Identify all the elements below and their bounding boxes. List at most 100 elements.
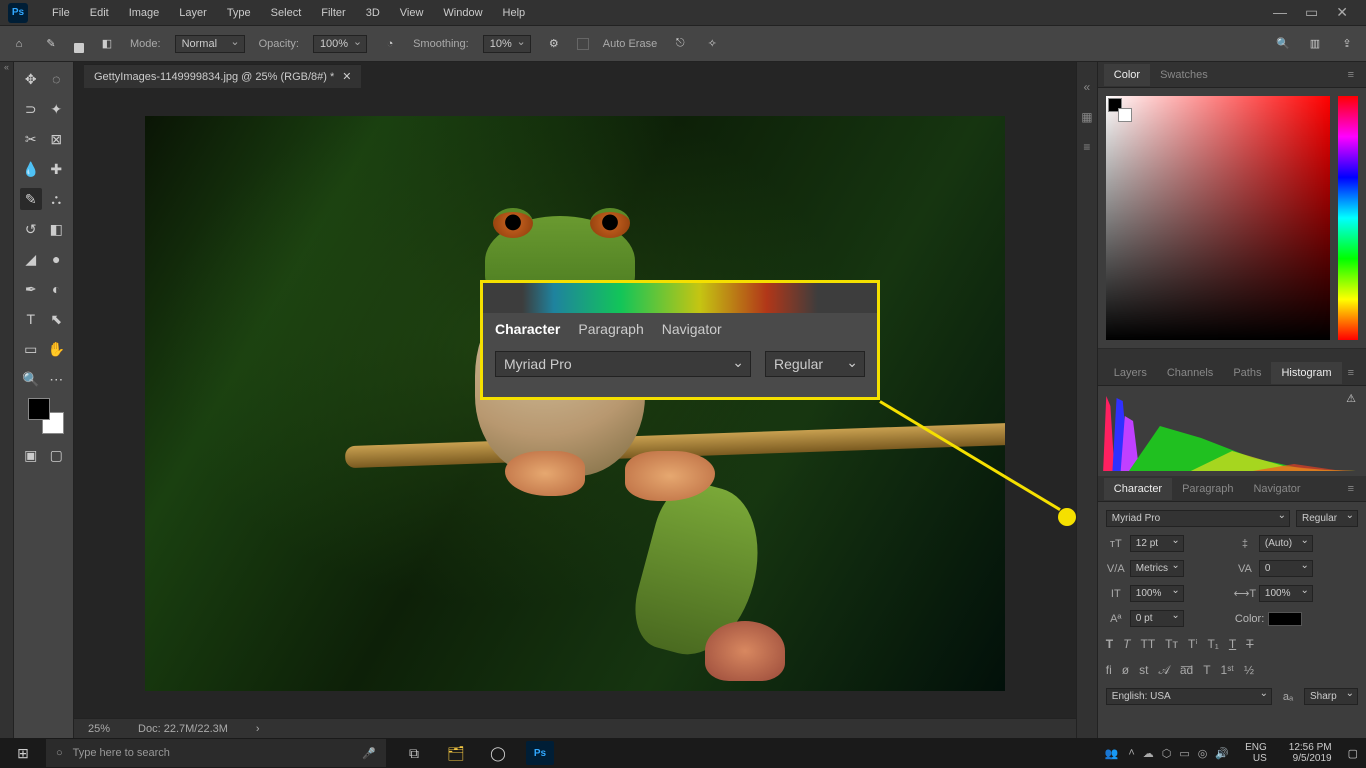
swash-button[interactable]: 𝒜: [1158, 663, 1169, 678]
font-style-dropdown[interactable]: Regular: [1296, 510, 1358, 527]
warning-icon[interactable]: ⚠: [1346, 392, 1356, 405]
type-tool[interactable]: T: [20, 308, 42, 330]
foreground-color[interactable]: [28, 398, 50, 420]
toolbar-collapse[interactable]: «: [0, 62, 14, 738]
leading-dropdown[interactable]: (Auto): [1259, 535, 1313, 552]
language-indicator[interactable]: ENGUS: [1239, 742, 1273, 764]
smallcaps-button[interactable]: Tᴛ: [1165, 637, 1178, 651]
gradient-tool[interactable]: ◢: [20, 248, 42, 270]
underline-button[interactable]: T: [1229, 637, 1236, 651]
window-restore-icon[interactable]: ▭: [1305, 4, 1318, 21]
hand-tool[interactable]: ✋: [45, 338, 67, 360]
ordinals2-button[interactable]: 1ˢᵗ: [1221, 663, 1234, 678]
menu-edit[interactable]: Edit: [80, 3, 119, 23]
tab-layers[interactable]: Layers: [1104, 362, 1157, 384]
strikethrough-button[interactable]: T: [1246, 637, 1253, 651]
titling-button[interactable]: T: [1203, 663, 1210, 678]
panel-icon-2[interactable]: ≡: [1083, 140, 1090, 154]
window-minimize-icon[interactable]: —: [1273, 4, 1287, 21]
mini-color-wells[interactable]: [1108, 98, 1128, 118]
subscript-button[interactable]: T₁: [1207, 637, 1218, 651]
stylistic-button[interactable]: st: [1139, 663, 1148, 678]
panel-icon-1[interactable]: ▦: [1081, 110, 1092, 124]
tab-navigator[interactable]: Navigator: [1243, 478, 1310, 500]
bold-button[interactable]: T: [1106, 637, 1113, 651]
smoothing-dropdown[interactable]: 10%: [483, 35, 531, 53]
pencil-tool-icon[interactable]: ✎: [42, 35, 60, 53]
fractions-button[interactable]: ½: [1244, 663, 1254, 678]
menu-image[interactable]: Image: [119, 3, 170, 23]
tab-paths[interactable]: Paths: [1223, 362, 1271, 384]
menu-filter[interactable]: Filter: [311, 3, 355, 23]
allcaps-button[interactable]: TT: [1140, 637, 1155, 651]
chrome-icon[interactable]: ◯: [484, 741, 512, 765]
tab-swatches[interactable]: Swatches: [1150, 64, 1218, 86]
panel-menu-icon[interactable]: ≡: [1342, 69, 1360, 81]
zoom-level[interactable]: 25%: [88, 723, 110, 735]
start-button[interactable]: ⊞: [0, 745, 46, 762]
menu-file[interactable]: File: [42, 3, 80, 23]
lasso-tool[interactable]: ⊃: [20, 98, 42, 120]
search-icon[interactable]: 🔍: [1274, 35, 1292, 53]
pen-tool[interactable]: ✒: [20, 278, 42, 300]
mic-icon[interactable]: 🎤: [362, 747, 376, 760]
zoom-tool[interactable]: 🔍: [20, 368, 42, 390]
menu-help[interactable]: Help: [493, 3, 536, 23]
volume-icon[interactable]: 🔊: [1215, 747, 1229, 760]
menu-view[interactable]: View: [390, 3, 434, 23]
rectangle-tool[interactable]: ▭: [20, 338, 42, 360]
gear-icon[interactable]: ⚙: [545, 35, 563, 53]
move-tool[interactable]: ✥: [20, 68, 42, 90]
menu-type[interactable]: Type: [217, 3, 261, 23]
blur-tool[interactable]: ●: [45, 248, 67, 270]
eyedropper-tool[interactable]: 💧: [20, 158, 42, 180]
battery-icon[interactable]: ▭: [1179, 747, 1189, 760]
opacity-dropdown[interactable]: 100%: [313, 35, 367, 53]
ordinals-button[interactable]: a͞d: [1180, 663, 1193, 678]
onedrive-icon[interactable]: ☁: [1143, 747, 1154, 760]
heal-tool[interactable]: ✚: [45, 158, 67, 180]
menu-window[interactable]: Window: [433, 3, 492, 23]
status-chevron-icon[interactable]: ›: [256, 723, 260, 735]
panel-collapse-icon[interactable]: «: [1084, 80, 1091, 94]
dodge-tool[interactable]: ◐: [45, 278, 67, 300]
font-family-dropdown[interactable]: Myriad Pro: [1106, 510, 1290, 527]
panel-menu-icon[interactable]: ≡: [1342, 483, 1360, 495]
frame-tool[interactable]: ⊠: [45, 128, 67, 150]
superscript-button[interactable]: Tⁱ: [1188, 637, 1197, 651]
canvas-viewport[interactable]: [74, 88, 1076, 718]
tray-chevron-icon[interactable]: ˄: [1128, 747, 1134, 760]
vscale-input[interactable]: 100%: [1130, 585, 1184, 602]
workspace-icon[interactable]: ▥: [1306, 35, 1324, 53]
font-size-dropdown[interactable]: 12 pt: [1130, 535, 1184, 552]
clock[interactable]: 12:56 PM9/5/2019: [1283, 742, 1338, 764]
tab-paragraph[interactable]: Paragraph: [1172, 478, 1243, 500]
hue-slider[interactable]: [1338, 96, 1358, 340]
notifications-icon[interactable]: ▢: [1348, 747, 1358, 760]
quickmask-tool[interactable]: ▣: [20, 444, 42, 466]
share-icon[interactable]: ⇪: [1338, 35, 1356, 53]
path-select-tool[interactable]: ⬉: [45, 308, 67, 330]
baseline-input[interactable]: 0 pt: [1130, 610, 1184, 627]
home-icon[interactable]: ⌂: [10, 35, 28, 53]
quick-select-tool[interactable]: ✦: [45, 98, 67, 120]
tab-channels[interactable]: Channels: [1157, 362, 1223, 384]
menu-3d[interactable]: 3D: [356, 3, 390, 23]
window-close-icon[interactable]: ✕: [1336, 4, 1348, 21]
ligatures-button[interactable]: fi: [1106, 663, 1112, 678]
menu-select[interactable]: Select: [261, 3, 312, 23]
brush-preset-icon[interactable]: [74, 43, 84, 53]
clone-tool[interactable]: ⛬: [45, 188, 67, 210]
taskbar-search[interactable]: ○ Type here to search 🎤: [46, 739, 386, 767]
tray-icon[interactable]: ⬡: [1162, 747, 1172, 760]
document-tab[interactable]: GettyImages-1149999834.jpg @ 25% (RGB/8#…: [84, 64, 361, 88]
tab-color[interactable]: Color: [1104, 64, 1150, 86]
kerning-dropdown[interactable]: Metrics: [1130, 560, 1184, 577]
brush-panel-icon[interactable]: ◧: [98, 35, 116, 53]
eraser-tool[interactable]: ◧: [45, 218, 67, 240]
crop-tool[interactable]: ✂: [20, 128, 42, 150]
marquee-tool[interactable]: ◌: [45, 68, 67, 90]
italic-button[interactable]: T: [1123, 637, 1130, 651]
wifi-icon[interactable]: ◎: [1198, 747, 1208, 760]
menu-layer[interactable]: Layer: [169, 3, 217, 23]
